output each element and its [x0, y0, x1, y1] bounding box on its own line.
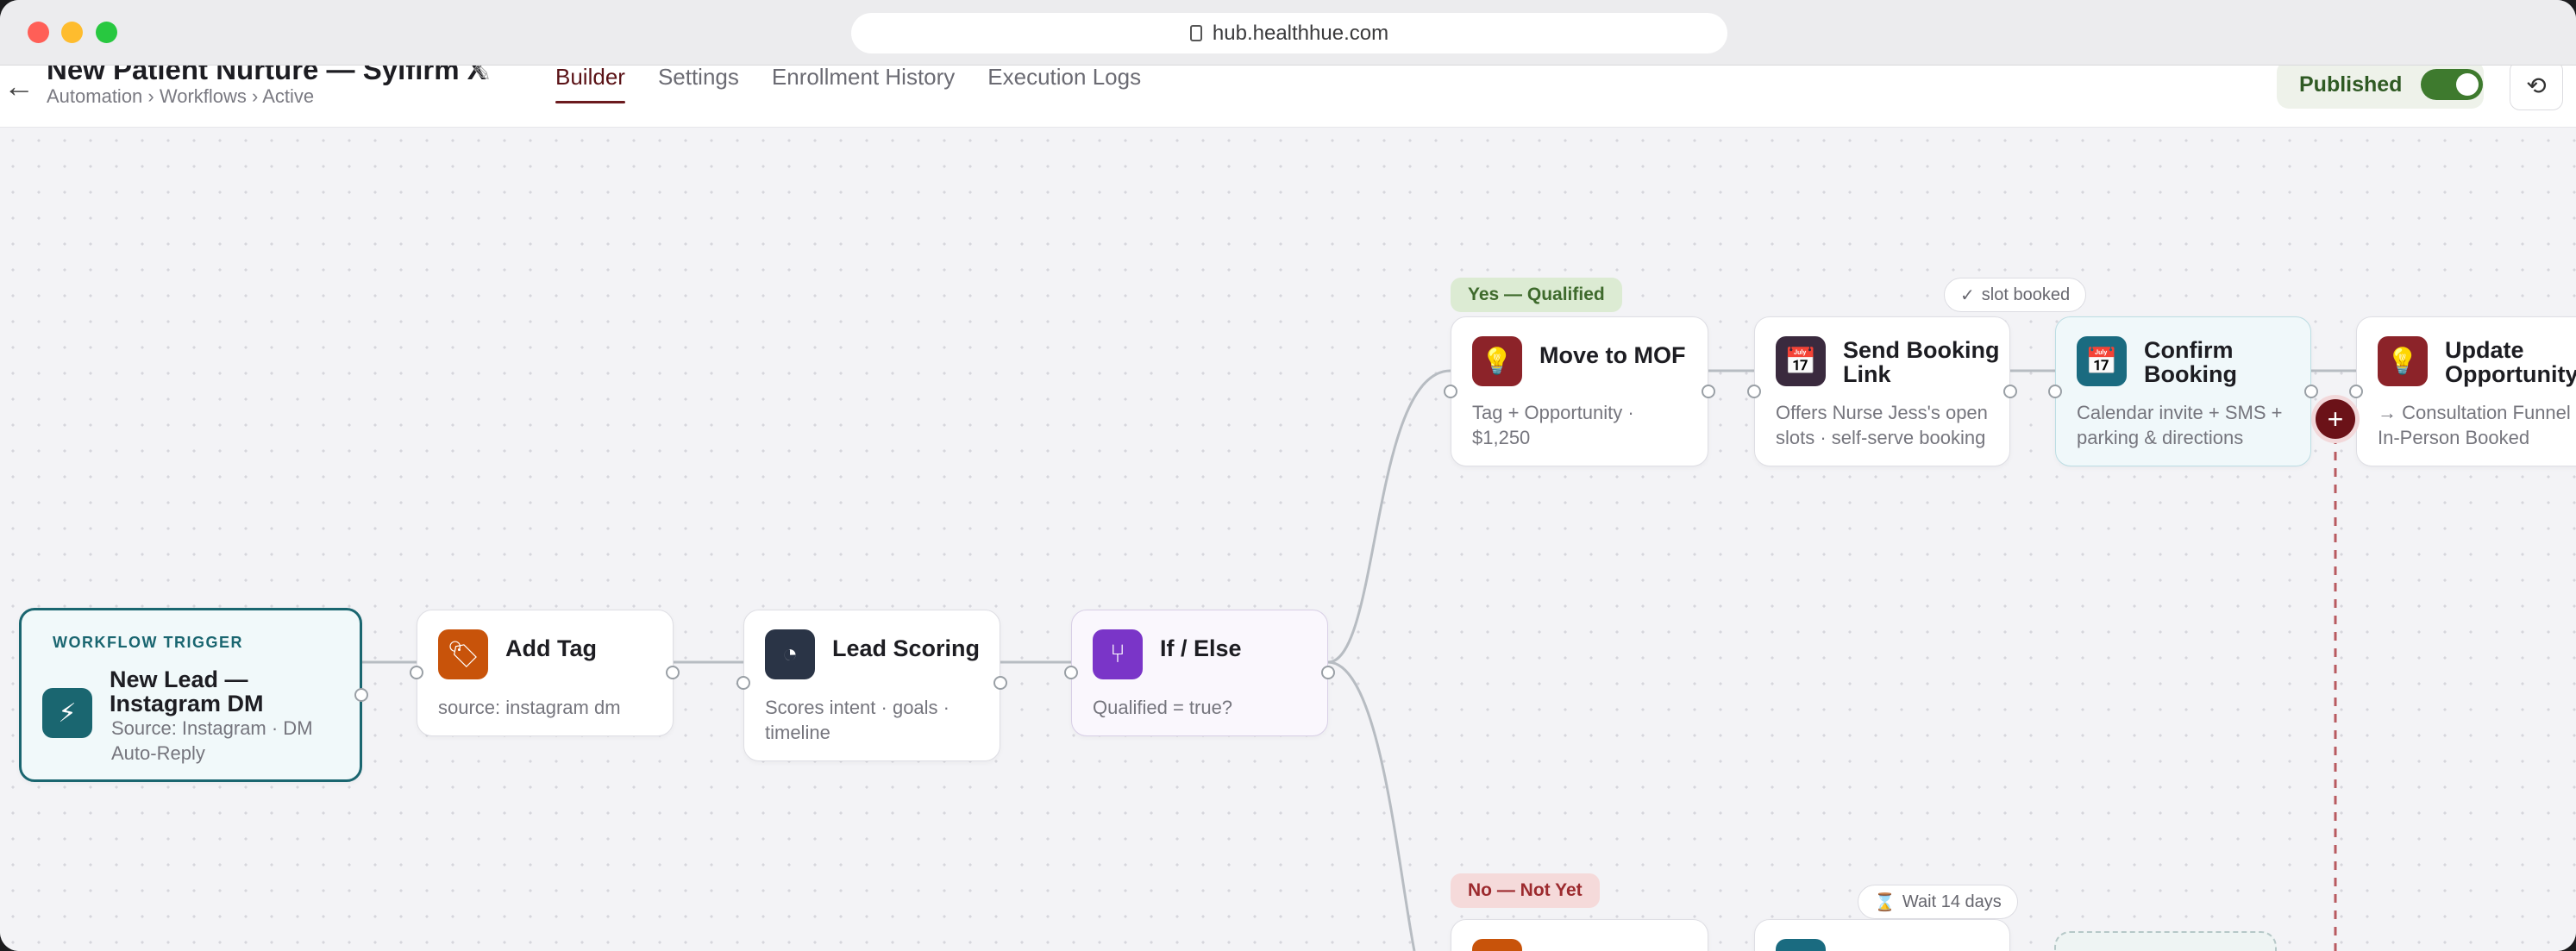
tag-icon: [1472, 939, 1522, 951]
calendar-icon: [1776, 939, 1826, 951]
hourglass-icon: ⌛: [1874, 892, 1896, 912]
if-else-in-port[interactable]: [1064, 666, 1078, 679]
history-icon: ⟲: [2526, 72, 2547, 99]
browser-chrome: hub.healthhue.com: [0, 0, 2576, 66]
update-opportunity-node[interactable]: 💡 Update Opportunity → Consultation Funn…: [2356, 316, 2576, 466]
no-branch-badge: No — Not Yet: [1451, 873, 1600, 908]
publish-status: Published: [2277, 60, 2484, 109]
calendar-check-icon: 📅: [2077, 336, 2127, 386]
send-booking-link-node[interactable]: 📅 Send Booking Link Offers Nurse Jess's …: [1754, 316, 2010, 466]
move-mof-title: Move to MOF: [1539, 342, 1686, 368]
if-else-node[interactable]: ⑂ If / Else Qualified = true?: [1071, 610, 1328, 736]
browser-window: hub.healthhue.com ← New Patient Nurture …: [0, 0, 2576, 951]
update-opportunity-title: Update Opportunity: [2445, 337, 2576, 387]
lead-scoring-node[interactable]: ◔ Lead Scoring Scores intent · goals · t…: [743, 610, 1000, 761]
url-text: hub.healthhue.com: [1212, 21, 1389, 45]
trigger-out-port[interactable]: [354, 688, 368, 702]
version-history-button[interactable]: ⟲: [2510, 60, 2563, 110]
breadcrumb: Automation › Workflows › Active: [47, 85, 315, 107]
no-branch-node-1[interactable]: [1451, 919, 1708, 951]
confirm-booking-title: Confirm Booking: [2144, 337, 2237, 387]
trigger-desc: Source: Instagram · DM Auto-Reply: [111, 717, 313, 764]
send-booking-desc: Offers Nurse Jess's open slots · self-se…: [1776, 402, 1988, 448]
confirm-booking-desc: Calendar invite + SMS + parking & direct…: [2077, 402, 2283, 448]
publish-label: Published: [2299, 72, 2403, 97]
move-mof-out-port[interactable]: [1702, 385, 1715, 398]
send-booking-out-port[interactable]: [2003, 385, 2017, 398]
if-else-out-port[interactable]: [1321, 666, 1335, 679]
calendar-check-icon: 📅: [1776, 336, 1826, 386]
update-opportunity-desc: → Consultation Funnel In-Person Booked: [2378, 402, 2571, 448]
update-opportunity-in-port[interactable]: [2349, 385, 2363, 398]
maximize-window-button[interactable]: [96, 22, 117, 43]
lead-scoring-in-port[interactable]: [736, 676, 750, 690]
slot-booked-chip: ✓ slot booked: [1944, 278, 2087, 312]
check-icon: ✓: [1960, 285, 1975, 305]
tag-icon: 🏷: [438, 629, 488, 679]
lightning-icon: ⚡: [42, 688, 92, 738]
confirm-booking-in-port[interactable]: [2048, 385, 2062, 398]
if-else-title: If / Else: [1160, 635, 1242, 661]
move-mof-desc: Tag + Opportunity · $1,250: [1472, 402, 1634, 448]
back-arrow-icon[interactable]: ←: [3, 71, 34, 102]
add-tag-in-port[interactable]: [410, 666, 423, 679]
lightbulb-icon: 💡: [2378, 336, 2428, 386]
workflow-tabs: Builder Settings Enrollment History Exec…: [555, 66, 1141, 128]
confirm-booking-out-port[interactable]: [2304, 385, 2318, 398]
add-tag-node[interactable]: 🏷 Add Tag source: instagram dm: [417, 610, 674, 736]
tab-settings[interactable]: Settings: [658, 66, 739, 103]
wait-chip: ⌛ Wait 14 days: [1858, 885, 2018, 919]
move-mof-in-port[interactable]: [1444, 385, 1457, 398]
confirm-booking-node[interactable]: 📅 Confirm Booking Calendar invite + SMS …: [2055, 316, 2311, 466]
close-window-button[interactable]: [28, 22, 49, 43]
lightbulb-icon: 💡: [1472, 336, 1522, 386]
slot-booked-label: slot booked: [1981, 285, 2071, 304]
branch-icon: ⑂: [1093, 629, 1143, 679]
lead-scoring-title: Lead Scoring: [832, 635, 981, 661]
send-booking-in-port[interactable]: [1747, 385, 1761, 398]
add-step-button[interactable]: +: [2316, 399, 2355, 439]
trigger-title: New Lead — Instagram DM: [110, 666, 264, 716]
wait-label: Wait 14 days: [1902, 892, 2002, 911]
workflow-canvas[interactable]: [0, 128, 2576, 951]
lead-scoring-desc: Scores intent · goals · timeline: [765, 697, 950, 743]
gauge-icon: ◔: [765, 629, 815, 679]
if-else-desc: Qualified = true?: [1093, 697, 1233, 718]
lead-scoring-out-port[interactable]: [993, 676, 1007, 690]
yes-branch-badge: Yes — Qualified: [1451, 278, 1622, 312]
page-icon: [1189, 25, 1202, 41]
address-bar[interactable]: hub.healthhue.com: [851, 13, 1727, 53]
workflow-trigger-node[interactable]: WORKFLOW TRIGGER ⚡ New Lead — Instagram …: [19, 608, 362, 782]
trigger-caption: WORKFLOW TRIGGER: [53, 634, 243, 651]
no-branch-node-2[interactable]: [1754, 919, 2010, 951]
add-tag-out-port[interactable]: [666, 666, 680, 679]
tab-enrollment-history[interactable]: Enrollment History: [772, 66, 955, 103]
add-tag-title: Add Tag: [505, 635, 597, 661]
workflow-header: ← New Patient Nurture — Sylfirm X ✎ Auto…: [0, 53, 2576, 128]
move-to-mof-node[interactable]: 💡 Move to MOF Tag + Opportunity · $1,250: [1451, 316, 1708, 466]
tab-execution-logs[interactable]: Execution Logs: [987, 66, 1141, 103]
tab-builder[interactable]: Builder: [555, 66, 625, 103]
empty-step-placeholder[interactable]: [2054, 931, 2277, 951]
minimize-window-button[interactable]: [61, 22, 83, 43]
add-tag-desc: source: instagram dm: [438, 697, 621, 718]
publish-toggle[interactable]: [2421, 69, 2484, 100]
send-booking-title: Send Booking Link: [1843, 337, 2000, 387]
